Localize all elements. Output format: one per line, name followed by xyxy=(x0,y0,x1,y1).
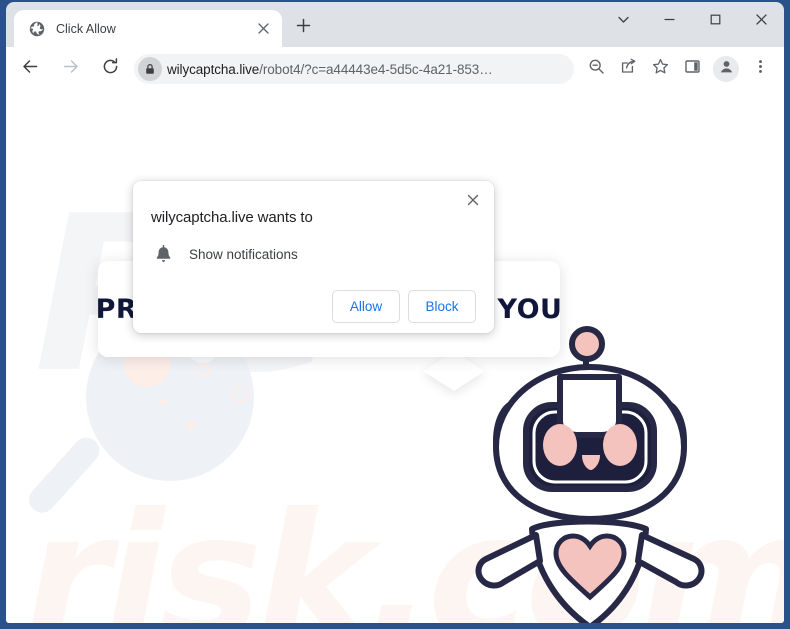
tab-search-button[interactable] xyxy=(600,2,646,42)
window-close-button[interactable] xyxy=(738,2,784,42)
tab-close-icon[interactable] xyxy=(252,18,274,40)
close-icon xyxy=(467,193,479,211)
block-button[interactable]: Block xyxy=(408,290,476,323)
plus-icon xyxy=(296,18,311,38)
address-bar[interactable]: wilycaptcha.live/robot4/?c=a44443e4-5d5c… xyxy=(134,54,574,84)
permission-row: Show notifications xyxy=(151,244,478,264)
dialog-actions: Allow Block xyxy=(151,290,478,323)
arrow-left-icon xyxy=(21,57,40,81)
share-button[interactable] xyxy=(613,54,643,84)
bookmark-button[interactable] xyxy=(645,54,675,84)
allow-button[interactable]: Allow xyxy=(332,290,400,323)
tab-title: Click Allow xyxy=(56,21,116,36)
url-host: wilycaptcha.live xyxy=(167,61,260,77)
minimize-button[interactable] xyxy=(646,2,692,42)
side-panel-button[interactable] xyxy=(677,54,707,84)
zoom-out-button[interactable] xyxy=(581,54,611,84)
chevron-down-icon xyxy=(617,13,630,31)
minimize-icon xyxy=(663,13,676,31)
reload-icon xyxy=(101,57,120,81)
tab-strip: Click Allow xyxy=(6,2,784,47)
reload-button[interactable] xyxy=(93,52,127,86)
dialog-title: wilycaptcha.live wants to xyxy=(151,209,313,226)
url-text: wilycaptcha.live/robot4/?c=a44443e4-5d5c… xyxy=(167,62,570,77)
maximize-icon xyxy=(709,13,722,31)
dialog-close-button[interactable] xyxy=(462,191,484,213)
browser-toolbar: wilycaptcha.live/robot4/?c=a44443e4-5d5c… xyxy=(6,47,784,91)
page-viewport: PC risk.com PRESS ALLOW TO VERIFY YOU xyxy=(6,91,784,623)
close-icon xyxy=(755,13,768,31)
globe-icon xyxy=(28,20,45,37)
url-path: /robot4/?c=a44443e4-5d5c-4a21-853… xyxy=(259,61,493,77)
new-tab-button[interactable] xyxy=(288,13,318,43)
back-button[interactable] xyxy=(13,52,47,86)
star-icon xyxy=(652,58,669,80)
share-icon xyxy=(620,58,637,80)
three-dot-menu-icon xyxy=(753,59,768,79)
robot-mascot-icon xyxy=(474,319,734,623)
profile-avatar-icon xyxy=(719,59,734,79)
maximize-button[interactable] xyxy=(692,2,738,42)
bell-icon xyxy=(153,244,173,264)
notification-permission-dialog: wilycaptcha.live wants to Show notificat… xyxy=(133,181,494,333)
browser-menu-button[interactable] xyxy=(745,54,775,84)
browser-window: Click Allow wilycaptcha.live/robot4/?c=a… xyxy=(0,0,790,629)
profile-button[interactable] xyxy=(713,56,739,82)
lock-icon[interactable] xyxy=(138,57,162,81)
browser-tab[interactable]: Click Allow xyxy=(14,10,282,47)
zoom-out-icon xyxy=(588,58,605,80)
window-controls xyxy=(600,2,784,42)
permission-label: Show notifications xyxy=(189,246,298,262)
forward-button[interactable] xyxy=(53,52,87,86)
side-panel-icon xyxy=(684,58,701,80)
arrow-right-icon xyxy=(61,57,80,81)
